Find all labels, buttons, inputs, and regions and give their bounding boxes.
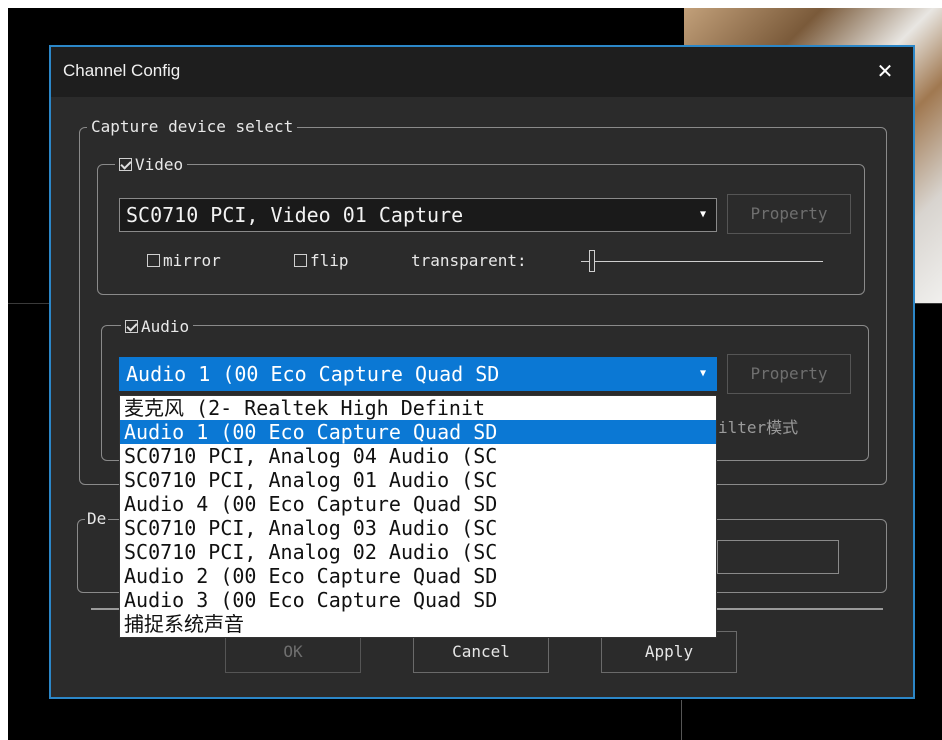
chevron-down-icon: ▼ [699,368,706,379]
filter-mode-label: ilter模式 [718,418,799,437]
dialog-title: Channel Config [63,61,181,80]
audio-device-option[interactable]: SC0710 PCI, Analog 01 Audio (SC [120,468,716,492]
audio-device-option[interactable]: 麦克风 (2- Realtek High Definit [120,396,716,420]
mirror-label: mirror [163,251,221,270]
transparent-label: transparent: [411,251,527,270]
audio-device-option[interactable]: SC0710 PCI, Analog 03 Audio (SC [120,516,716,540]
audio-device-dropdown-list: 麦克风 (2- Realtek High Definit Audio 1 (00 … [119,395,717,638]
transparent-slider-thumb[interactable] [589,250,595,272]
audio-device-option[interactable]: Audio 2 (00 Eco Capture Quad SD [120,564,716,588]
chevron-down-icon: ▼ [699,209,706,220]
audio-device-option[interactable]: Audio 1 (00 Eco Capture Quad SD [120,420,716,444]
video-device-select[interactable]: SC0710 PCI, Video 01 Capture ▼ [119,198,717,232]
destination-legend: De [85,509,109,528]
audio-checkbox[interactable] [125,320,138,333]
audio-device-select[interactable]: Audio 1 (00 Eco Capture Quad SD ▼ [119,357,717,391]
audio-device-option[interactable]: Audio 3 (00 Eco Capture Quad SD [120,588,716,612]
close-icon[interactable]: ✕ [871,57,899,85]
video-checkbox[interactable] [119,158,132,171]
audio-device-option[interactable]: SC0710 PCI, Analog 04 Audio (SC [120,444,716,468]
capture-device-legend: Capture device select [87,117,298,136]
flip-checkbox[interactable] [294,254,307,267]
audio-device-option[interactable]: SC0710 PCI, Analog 02 Audio (SC [120,540,716,564]
mirror-checkbox[interactable] [147,254,160,267]
audio-device-option[interactable]: 捕捉系统声音 [120,612,716,636]
video-device-value: SC0710 PCI, Video 01 Capture [126,203,464,227]
background-divider-vertical [681,700,682,740]
channel-config-dialog: Channel Config ✕ Capture device select V… [49,45,915,699]
video-property-button[interactable]: Property [727,194,851,234]
mirror-option[interactable]: mirror [147,251,221,270]
video-label: Video [135,155,184,174]
audio-device-value: Audio 1 (00 Eco Capture Quad SD [126,362,500,386]
audio-device-option[interactable]: Audio 4 (00 Eco Capture Quad SD [120,492,716,516]
video-legend[interactable]: Video [115,155,188,174]
destination-field[interactable] [717,540,839,574]
audio-property-button[interactable]: Property [727,354,851,394]
audio-legend[interactable]: Audio [121,317,194,336]
flip-option[interactable]: flip [294,251,349,270]
flip-label: flip [310,251,349,270]
audio-label: Audio [141,317,190,336]
transparent-slider-track[interactable] [581,261,823,262]
dialog-titlebar: Channel Config ✕ [51,47,913,97]
